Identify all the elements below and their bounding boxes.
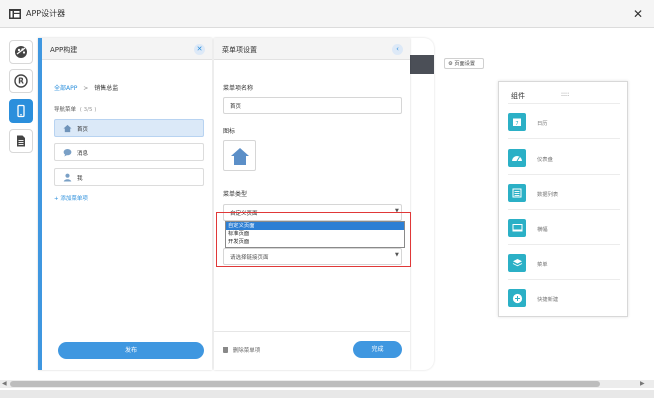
- add-menu-item-link[interactable]: + 添加菜单项: [54, 194, 88, 202]
- divider: [508, 138, 620, 139]
- menu-settings-title: 菜单项设置: [222, 46, 257, 54]
- nav-count: ( 3/5 ): [79, 107, 97, 113]
- list-icon: [508, 184, 526, 202]
- divider: [508, 174, 620, 175]
- done-button[interactable]: 完成: [353, 341, 402, 358]
- gauge-icon: [508, 149, 526, 167]
- component-label: 快捷新建: [537, 297, 559, 303]
- app-build-panel: APP构建 ✕ 全部APP > 销售总监 导航菜单 ( 3/5 ) 首页 消息 …: [38, 38, 212, 370]
- breadcrumb-current: 销售总监: [94, 85, 119, 92]
- close-panel-icon[interactable]: ✕: [194, 44, 205, 55]
- components-title: 组件: [511, 92, 525, 100]
- mobile-button[interactable]: [9, 99, 33, 123]
- taskbar-strip: [0, 390, 654, 398]
- breadcrumb-separator: >: [83, 85, 89, 92]
- palette-icon: [15, 46, 27, 58]
- highlight-frame: [216, 212, 411, 267]
- app-logo-icon: [9, 9, 21, 19]
- nav-item-label: 消息: [77, 151, 89, 157]
- scroll-right-icon[interactable]: ▶: [640, 380, 645, 387]
- close-icon[interactable]: ✕: [630, 6, 646, 22]
- component-calendar[interactable]: 7 日历: [508, 113, 548, 131]
- component-label: 仪表盘: [537, 157, 553, 163]
- phone-canvas-header: [410, 55, 434, 74]
- collapse-panel-icon[interactable]: ‹: [392, 44, 403, 55]
- components-panel: 组件 :::: 7 日历 仪表盘 数据列表 横幅 菜单 快捷新建: [498, 81, 628, 317]
- divider: [508, 103, 620, 104]
- delete-label: 删除菜单项: [232, 348, 261, 354]
- divider: [508, 244, 620, 245]
- icon-picker[interactable]: [223, 140, 256, 171]
- icon-label: 图标: [223, 128, 236, 135]
- phone-canvas: [410, 38, 434, 370]
- nav-item-messages[interactable]: 消息: [54, 143, 204, 161]
- menu-type-label: 菜单类型: [223, 191, 248, 198]
- component-label: 日历: [537, 121, 548, 127]
- home-icon: [63, 124, 72, 133]
- divider: [508, 209, 620, 210]
- component-label: 横幅: [537, 227, 548, 233]
- page-settings-label: 页面设置: [454, 61, 476, 67]
- trash-icon: [223, 347, 228, 353]
- brand-button[interactable]: R: [9, 69, 33, 93]
- app-build-title: APP构建: [50, 46, 78, 54]
- document-icon: [17, 135, 25, 147]
- menu-settings-panel: 菜单项设置 ‹ 菜单项名称 首页 图标 菜单类型 自定义页面 ▼ 请选择链接页面…: [214, 38, 410, 370]
- nav-item-label: 首页: [77, 127, 89, 133]
- window-title: APP设计器: [26, 9, 66, 18]
- component-label: 数据列表: [537, 192, 559, 198]
- banner-icon: [508, 219, 526, 237]
- divider: [508, 279, 620, 280]
- calendar-icon: 7: [508, 113, 526, 131]
- publish-button[interactable]: 发布: [58, 342, 204, 359]
- nav-caption-text: 导航菜单: [54, 107, 77, 113]
- chat-icon: [63, 148, 72, 157]
- palette-button[interactable]: [9, 40, 33, 64]
- menu-name-input[interactable]: 首页: [223, 97, 402, 114]
- component-data-list[interactable]: 数据列表: [508, 184, 558, 202]
- component-quick-create[interactable]: 快捷新建: [508, 289, 558, 307]
- breadcrumb-root[interactable]: 全部APP: [54, 85, 77, 92]
- page-settings-button[interactable]: ⚙ 页面设置: [444, 58, 484, 69]
- menu-name-label: 菜单项名称: [223, 85, 254, 92]
- plus-icon: [508, 289, 526, 307]
- drag-handle-icon[interactable]: ::::: [561, 91, 569, 98]
- breadcrumb: 全部APP > 销售总监: [54, 83, 118, 92]
- component-menu[interactable]: 菜单: [508, 254, 548, 272]
- layers-icon: [508, 254, 526, 272]
- delete-menu-item-button[interactable]: 删除菜单项: [223, 346, 260, 354]
- gear-icon: ⚙: [448, 61, 453, 67]
- menu-name-value: 首页: [230, 104, 242, 110]
- nav-item-label: 我: [77, 176, 83, 182]
- user-icon: [63, 173, 72, 182]
- component-gauge[interactable]: 仪表盘: [508, 149, 553, 167]
- nav-caption: 导航菜单 ( 3/5 ): [54, 105, 96, 113]
- title-bar: [0, 0, 654, 28]
- home-icon: [231, 148, 249, 165]
- component-banner[interactable]: 横幅: [508, 219, 548, 237]
- mobile-icon: [17, 104, 25, 118]
- registered-icon: R: [14, 74, 28, 88]
- scrollbar-thumb[interactable]: [10, 381, 600, 387]
- footer-divider: [214, 331, 410, 332]
- svg-text:R: R: [18, 77, 24, 86]
- nav-item-me[interactable]: 我: [54, 168, 204, 186]
- svg-text:7: 7: [515, 121, 518, 127]
- nav-item-home[interactable]: 首页: [54, 119, 204, 137]
- scroll-left-icon[interactable]: ◀: [2, 380, 7, 387]
- document-button[interactable]: [9, 129, 33, 153]
- component-label: 菜单: [537, 262, 548, 268]
